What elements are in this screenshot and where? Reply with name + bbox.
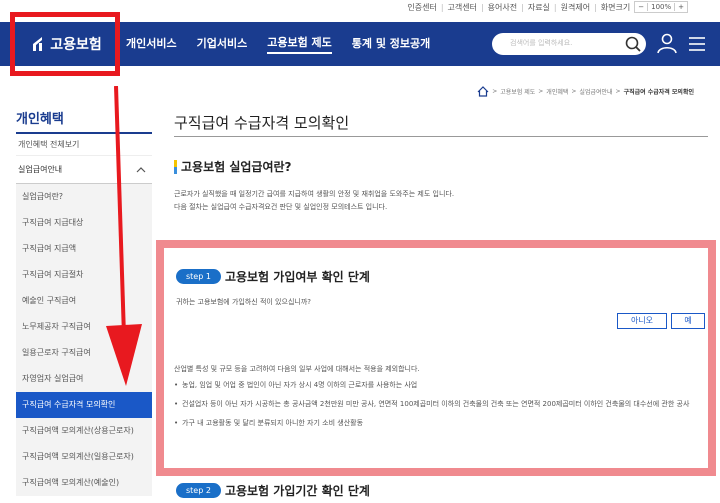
annotation-arrow (106, 86, 142, 386)
breadcrumb-item[interactable]: 개인혜택 (546, 87, 568, 96)
main-nav: 개인서비스 기업서비스 고용보험 제도 통계 및 정보공개 (126, 22, 430, 66)
step1-question: 귀하는 고용보험에 가입하신 적이 있으십니까? (176, 298, 311, 306)
section-bar-decoration (174, 159, 177, 174)
zoom-in-button[interactable]: + (675, 3, 687, 11)
search-icon[interactable] (624, 35, 642, 53)
sidebar-item-mock-check[interactable]: 구직급여 수급자격 모의확인 (16, 392, 152, 418)
util-link-remote[interactable]: 원격제어 (561, 2, 590, 13)
util-sep: | (594, 2, 597, 12)
title-divider (174, 136, 708, 137)
breadcrumb-sep: > (571, 88, 577, 95)
util-link-customer[interactable]: 고객센터 (448, 2, 477, 13)
search-box[interactable]: 검색어를 입력하세요. (492, 33, 646, 55)
user-icon[interactable] (656, 32, 678, 54)
breadcrumb-item[interactable]: 실업급여안내 (579, 87, 612, 96)
sidebar-item-calc-daily[interactable]: 구직급여액 모의계산(일용근로자) (16, 444, 152, 470)
section-description: 근로자가 실직했을 때 일정기간 급여를 지급하여 생활의 안정 및 재취업을 … (174, 188, 704, 214)
description-line: 다음 절차는 실업급여 수급자격요건 판단 및 실업인정 모의테스트 입니다. (174, 203, 388, 211)
breadcrumb-sep: > (492, 88, 498, 95)
sidebar-item-calc-artist[interactable]: 구직급여액 모의계산(예술인) (16, 470, 152, 496)
page-title: 구직급여 수급자격 모의확인 (174, 114, 350, 132)
search-input[interactable]: 검색어를 입력하세요. (510, 38, 572, 48)
util-link-cert[interactable]: 인증센터 (407, 2, 436, 13)
nav-statistics[interactable]: 통계 및 정보공개 (352, 35, 431, 53)
section-title-text: 고용보험 실업급여란? (181, 160, 292, 174)
step2-badge: step 2 (176, 483, 221, 498)
description-line: 근로자가 실직했을 때 일정기간 급여를 지급하여 생활의 안정 및 재취업을 … (174, 190, 455, 198)
util-link-glossary[interactable]: 용어사전 (488, 2, 517, 13)
hamburger-menu-icon[interactable] (687, 34, 707, 54)
zoom-control: − 100% + (634, 1, 688, 13)
step2-title: 고용보험 가입기간 확인 단계 (224, 484, 370, 498)
breadcrumb: > 고용보험 제도 > 개인혜택 > 실업급여안내 > 구직급여 수급자격 모의… (477, 86, 694, 97)
util-sep: | (440, 2, 444, 12)
sidebar-item-calc-regular[interactable]: 구직급여액 모의계산(상용근로자) (16, 418, 152, 444)
util-link-library[interactable]: 자료실 (528, 2, 550, 13)
zoom-out-button[interactable]: − (635, 3, 647, 11)
step2-header: step 2 고용보험 가입기간 확인 단계 (176, 482, 370, 499)
home-icon[interactable] (477, 86, 489, 97)
note-item: 농업, 임업 및 어업 중 법인이 아닌 자가 상시 4명 이하의 근로자를 사… (174, 379, 708, 392)
note-item: 가구 내 고용활동 및 달리 분류되지 아니한 자기 소비 생산활동 (174, 417, 708, 430)
breadcrumb-item[interactable]: 고용보험 제도 (500, 87, 535, 96)
exclusion-notes: 산업별 특성 및 규모 등을 고려하여 다음의 일부 사업에 대해서는 적용을 … (174, 364, 708, 436)
nav-business-service[interactable]: 기업서비스 (197, 35, 248, 53)
util-screen-size-label: 화면크기 (600, 2, 631, 12)
logo-mark-icon (33, 37, 43, 51)
step1-header: step 1 고용보험 가입여부 확인 단계 (176, 268, 370, 285)
note-item: 건설업자 등이 아닌 자가 시공하는 총 공사금액 2천만원 미만 공사, 연면… (174, 398, 708, 411)
zoom-value: 100% (647, 3, 676, 11)
utility-links: 인증센터 | 고객센터 | 용어사전 | 자료실 | 원격제어 | 화면크기 −… (407, 0, 688, 14)
breadcrumb-sep: > (615, 88, 621, 95)
breadcrumb-current: 구직급여 수급자격 모의확인 (623, 89, 694, 96)
util-sep: | (480, 2, 484, 12)
site-logo[interactable]: 고용보험 (10, 12, 120, 76)
nav-personal-service[interactable]: 개인서비스 (126, 35, 177, 53)
notes-intro: 산업별 특성 및 규모 등을 고려하여 다음의 일부 사업에 대해서는 적용을 … (174, 365, 420, 373)
nav-insurance-system[interactable]: 고용보험 제도 (267, 34, 332, 54)
notes-list: 농업, 임업 및 어업 중 법인이 아닌 자가 상시 4명 이하의 근로자를 사… (174, 379, 708, 430)
yes-button[interactable]: 예 (671, 313, 705, 329)
breadcrumb-sep: > (538, 88, 544, 95)
step1-title: 고용보험 가입여부 확인 단계 (224, 270, 370, 284)
step1-badge: step 1 (176, 269, 221, 284)
section-title: 고용보험 실업급여란? (174, 158, 292, 175)
util-sep: | (553, 2, 557, 12)
util-sep: | (521, 2, 524, 12)
no-button[interactable]: 아니오 (617, 313, 667, 329)
logo-text: 고용보험 (50, 37, 102, 53)
sidebar-group-label: 실업급여안내 (18, 165, 63, 174)
